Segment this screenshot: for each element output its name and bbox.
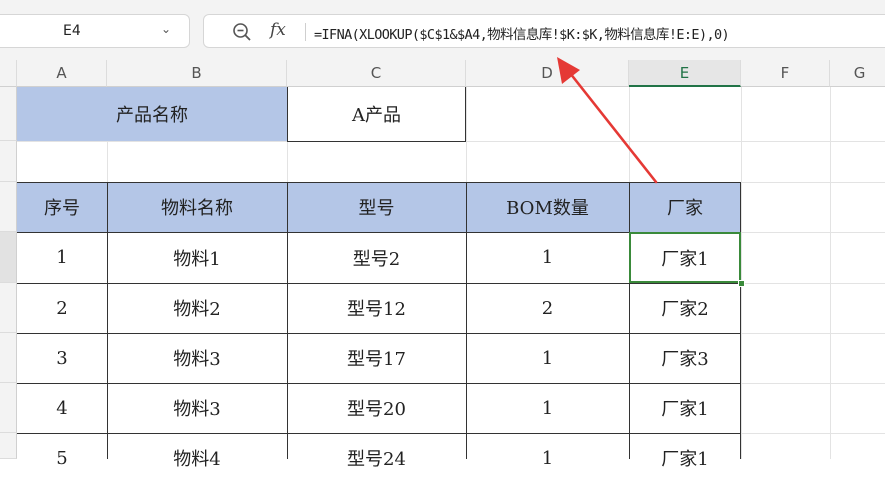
annotation-arrow (557, 57, 658, 184)
